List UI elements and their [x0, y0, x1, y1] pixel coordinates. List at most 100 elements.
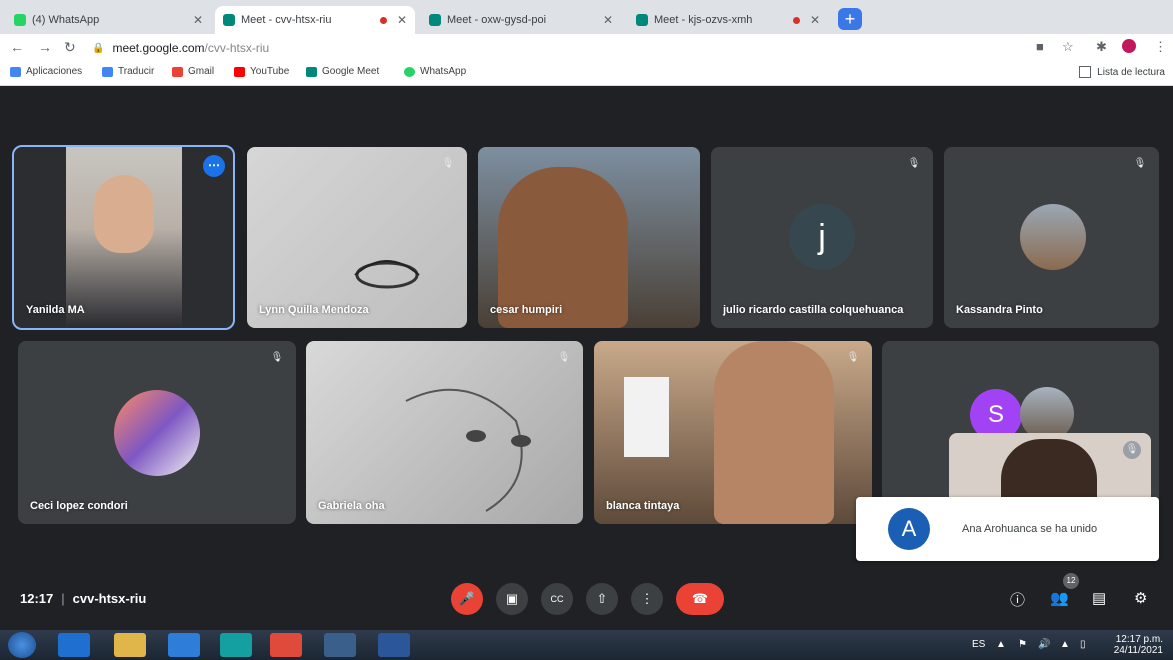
bookmark-label: YouTube [250, 66, 290, 77]
mic-off-icon: 🎙 [557, 352, 571, 363]
camera-toggle-button[interactable]: ▣ [496, 583, 528, 615]
tray-expand-icon[interactable]: ▲ [996, 639, 1006, 650]
participant-name: Yanilda MA [26, 304, 85, 316]
mic-off-icon: 🎙 [1133, 158, 1147, 169]
participant-tile[interactable]: 🎙 Gabriela oha [306, 341, 583, 524]
close-icon[interactable]: ✕ [193, 13, 203, 27]
activities-icon[interactable]: ⚙ [1134, 589, 1147, 607]
reading-list-label: Lista de lectura [1097, 66, 1165, 78]
file-explorer-icon[interactable] [114, 633, 146, 657]
address-host: meet.google.com [112, 41, 205, 55]
separator: | [61, 591, 65, 606]
app-icon[interactable] [220, 633, 252, 657]
reading-list[interactable]: Lista de lectura [1079, 66, 1165, 78]
internet-explorer-icon[interactable] [168, 633, 200, 657]
flag-icon[interactable]: ⚑ [1018, 639, 1027, 650]
menu-icon[interactable]: ⋮ [1154, 39, 1167, 55]
clock-time: 12:17 p.m. [1115, 634, 1163, 645]
bookmark-label: Traducir [118, 66, 155, 77]
power-icon[interactable]: ▯ [1080, 639, 1086, 650]
bookmark-label: Aplicaciones [26, 66, 83, 77]
meet-icon [429, 14, 441, 26]
address-bar[interactable]: 🔒 meet.google.com /cvv-htsx-riu [92, 37, 1022, 59]
chat-icon[interactable]: ▤ [1092, 589, 1106, 607]
bookmark-youtube[interactable]: YouTube [234, 66, 289, 77]
more-options-button[interactable]: ⋮ [631, 583, 663, 615]
notification-message: Ana Arohuanca se ha unido [962, 523, 1098, 535]
more-options-icon[interactable]: ⋯ [203, 155, 225, 177]
back-icon[interactable]: ← [10, 39, 24, 55]
translate-icon [102, 66, 113, 77]
mic-toggle-button[interactable]: 🎤 [451, 583, 483, 615]
participant-name: Kassandra Pinto [956, 304, 1043, 316]
captions-button[interactable]: CC [541, 583, 573, 615]
hang-up-button[interactable]: ☎ [676, 583, 724, 615]
meet-control-bar: 12:17 | cvv-htsx-riu 🎤 ▣ CC ⇧ ⋮ ☎ ⓘ 👥 12 ▤… [0, 573, 1173, 625]
held-drawing [624, 377, 669, 457]
bookmark-google-meet[interactable]: Google Meet [306, 66, 379, 77]
close-icon[interactable]: ✕ [397, 13, 407, 27]
close-icon[interactable]: ✕ [603, 13, 613, 27]
chrome-icon[interactable] [270, 633, 302, 657]
participant-tile[interactable]: 🎙 Ceci lopez condori [18, 341, 296, 524]
drawing-video [405, 388, 531, 512]
participant-tile[interactable]: 🎙 blanca tintaya [594, 341, 872, 524]
mic-off-icon: 🎙 [907, 158, 921, 169]
browser-tab-strip: (4) WhatsApp ✕ Meet - cvv-htsx-riu ✕ Mee… [0, 0, 1173, 34]
meeting-code: cvv-htsx-riu [72, 591, 147, 606]
bookmark-label: Google Meet [322, 66, 380, 77]
whatsapp-icon [14, 14, 26, 26]
close-icon[interactable]: ✕ [810, 13, 820, 27]
recording-icon [379, 16, 387, 24]
bookmark-whatsapp[interactable]: WhatsApp [404, 66, 466, 77]
participant-avatar: j [789, 204, 855, 270]
tab-title: (4) WhatsApp [32, 14, 100, 26]
forward-icon[interactable]: → [38, 39, 52, 55]
mic-off-icon: 🎙 [846, 352, 860, 363]
tab-whatsapp[interactable]: (4) WhatsApp ✕ [6, 6, 211, 34]
start-button[interactable] [8, 632, 36, 658]
participant-name: cesar humpiri [490, 304, 563, 316]
reload-icon[interactable]: ↻ [64, 39, 76, 56]
camera-indicator-icon[interactable]: ■ [1036, 39, 1044, 54]
tab-title: Meet - oxw-gysd-poi [447, 14, 547, 26]
participant-name: Gabriela oha [318, 500, 385, 512]
participant-video [714, 341, 834, 524]
language-indicator[interactable]: ES [972, 639, 985, 650]
participant-face [94, 175, 154, 253]
mic-off-icon: 🎙 [1123, 441, 1141, 459]
word-icon[interactable] [378, 633, 410, 657]
media-player-icon[interactable] [58, 633, 90, 657]
participant-avatar [1020, 204, 1086, 270]
tab-meet-active[interactable]: Meet - cvv-htsx-riu ✕ [215, 6, 415, 34]
tab-meet[interactable]: Meet - oxw-gysd-poi ✕ [421, 6, 621, 34]
info-icon[interactable]: ⓘ [1010, 589, 1025, 610]
drawing-video [354, 260, 420, 289]
meet-icon [223, 14, 235, 26]
meet-icon [636, 14, 648, 26]
participant-tile[interactable]: ⋯ Yanilda MA [12, 145, 235, 330]
participant-tile[interactable]: 🎙 j julio ricardo castilla colquehuanca [711, 147, 933, 328]
apps-grid-icon [10, 66, 21, 77]
volume-icon[interactable]: 🔊 [1038, 639, 1050, 650]
participant-tile[interactable]: 🎙 Kassandra Pinto [944, 147, 1159, 328]
people-icon[interactable]: 👥 [1050, 589, 1069, 607]
participant-tile[interactable]: 🎙 Lynn Quilla Mendoza [247, 147, 467, 328]
extensions-icon[interactable]: ✱ [1096, 39, 1107, 55]
bookmark-apps[interactable]: Aplicaciones [10, 66, 82, 77]
gmail-icon [172, 66, 183, 77]
network-icon[interactable]: ▲ [1060, 639, 1070, 650]
clock[interactable]: 12:17 p.m. 24/11/2021 [1114, 634, 1163, 656]
bookmark-label: WhatsApp [420, 66, 467, 77]
bookmark-translate[interactable]: Traducir [102, 66, 154, 77]
tab-meet[interactable]: Meet - kjs-ozvs-xmh ✕ [628, 6, 828, 34]
profile-avatar[interactable] [1122, 39, 1136, 53]
reading-list-icon [1079, 66, 1092, 78]
participant-tile[interactable]: cesar humpiri [478, 147, 700, 328]
new-tab-button[interactable]: + [838, 8, 862, 30]
bookmark-star-icon[interactable]: ☆ [1062, 39, 1074, 55]
bookmark-gmail[interactable]: Gmail [172, 66, 214, 77]
present-button[interactable]: ⇧ [586, 583, 618, 615]
browser-toolbar: ← → ↻ 🔒 meet.google.com /cvv-htsx-riu ■ … [0, 34, 1173, 62]
app-icon[interactable] [324, 633, 356, 657]
